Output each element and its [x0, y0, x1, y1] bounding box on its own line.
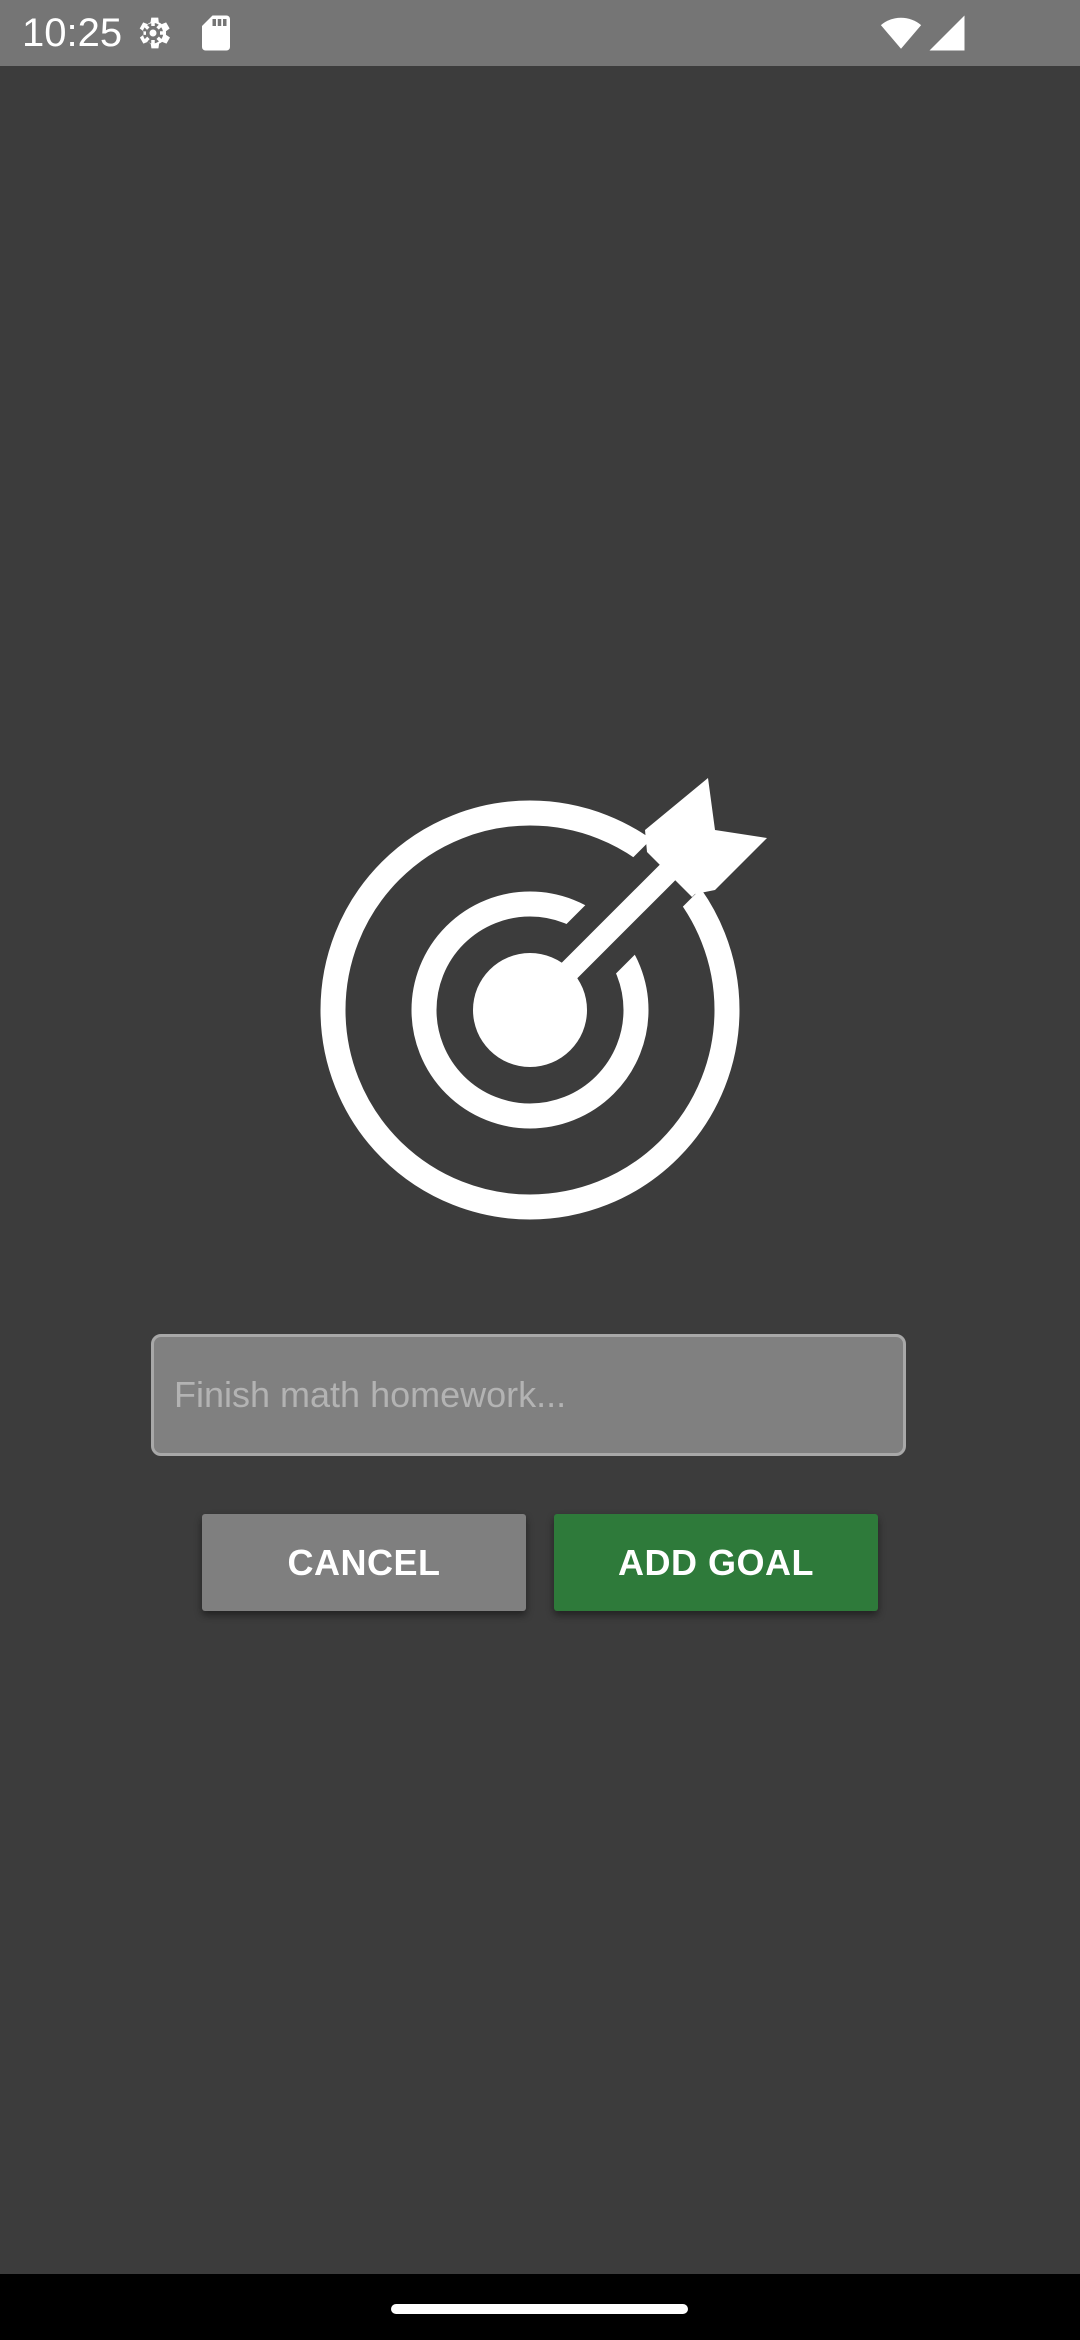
goal-entry-screen: 10:25 Finish math homework... CANCEL ADD…: [0, 0, 1080, 2340]
target-arrow-icon: [300, 770, 780, 1250]
add-goal-button[interactable]: ADD GOAL: [554, 1514, 878, 1611]
wifi-icon: [880, 12, 922, 54]
sd-card-icon: [195, 12, 237, 54]
status-time: 10:25: [22, 11, 123, 55]
navigation-bar: [0, 2274, 1080, 2340]
goal-input[interactable]: [151, 1334, 906, 1456]
cancel-button[interactable]: CANCEL: [202, 1514, 526, 1611]
status-bar: 10:25: [0, 0, 1080, 66]
cellular-signal-icon: [926, 12, 968, 54]
home-gesture-handle[interactable]: [391, 2304, 688, 2314]
settings-gear-icon: [132, 12, 174, 54]
